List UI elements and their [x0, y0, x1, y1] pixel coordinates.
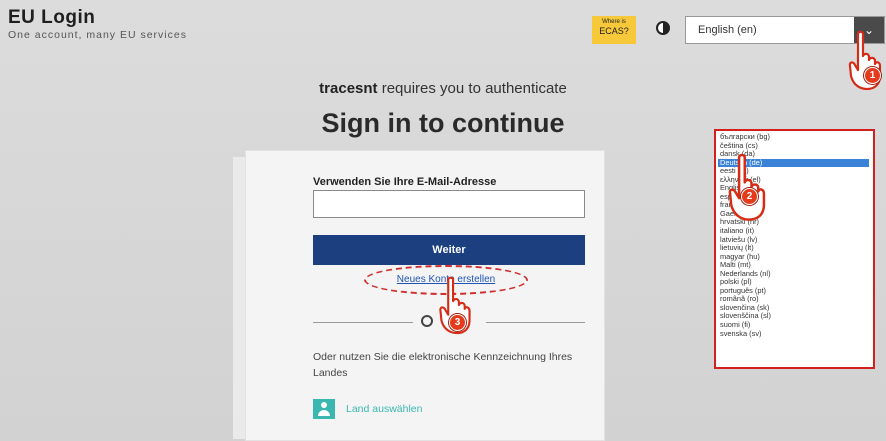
user-card-icon[interactable]	[313, 399, 335, 419]
language-option[interactable]: slovenščina (sl)	[718, 312, 869, 321]
step-badge-2: 2	[741, 188, 758, 205]
language-option[interactable]: suomi (fi)	[718, 321, 869, 330]
logo-subtitle: One account, many EU services	[8, 29, 187, 41]
eid-description: Oder nutzen Sie die elektronische Kennze…	[313, 351, 573, 379]
auth-requirement-text: tracesnt requires you to authenticate	[0, 80, 886, 97]
language-option[interactable]: lietuvių (lt)	[718, 244, 869, 253]
language-option[interactable]: Nederlands (nl)	[718, 270, 869, 279]
language-option[interactable]: slovenčina (sk)	[718, 304, 869, 313]
email-label: Verwenden Sie Ihre E-Mail-Adresse	[313, 176, 497, 188]
language-select-value: English (en)	[698, 24, 757, 36]
logo-title: EU Login	[8, 7, 96, 28]
app-name: tracesnt	[319, 80, 378, 97]
language-option[interactable]: magyar (hu)	[718, 253, 869, 262]
language-option[interactable]: čeština (cs)	[718, 142, 869, 151]
eu-login-page: EU Login One account, many EU services W…	[0, 0, 886, 441]
login-card: Verwenden Sie Ihre E-Mail-Adresse Weiter…	[245, 150, 605, 441]
contrast-icon[interactable]	[656, 21, 670, 35]
step-badge-1: 1	[864, 67, 881, 84]
card-shadow	[233, 157, 245, 439]
step-badge-3: 3	[449, 314, 466, 331]
divider-right	[486, 322, 585, 323]
eu-login-logo: EU Login One account, many EU services	[8, 7, 187, 42]
language-option[interactable]: português (pt)	[718, 287, 869, 296]
ecas-small-text: Where is	[602, 19, 626, 25]
language-option[interactable]: svenska (sv)	[718, 330, 869, 339]
divider-circle-icon	[421, 315, 433, 327]
language-option[interactable]: Malti (mt)	[718, 261, 869, 270]
choose-country-link[interactable]: Land auswählen	[346, 403, 422, 415]
language-option[interactable]: български (bg)	[718, 133, 869, 142]
email-field[interactable]	[313, 190, 585, 218]
ecas-label: ECAS?	[599, 26, 629, 36]
language-option[interactable]: română (ro)	[718, 295, 869, 304]
language-option[interactable]: italiano (it)	[718, 227, 869, 236]
requires-auth-text: requires you to authenticate	[377, 80, 567, 97]
language-option[interactable]: polski (pl)	[718, 278, 869, 287]
ecas-help-badge[interactable]: Where is ECAS?	[592, 16, 636, 44]
language-option[interactable]: latviešu (lv)	[718, 236, 869, 245]
next-button[interactable]: Weiter	[313, 235, 585, 265]
divider-left	[313, 322, 413, 323]
